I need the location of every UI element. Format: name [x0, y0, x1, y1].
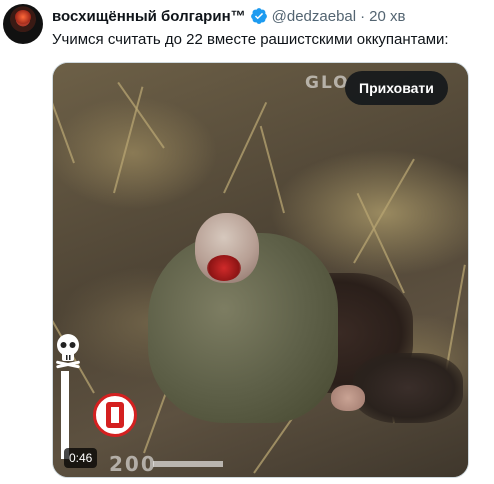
tweet-header: восхищённый болгарин™ @dedzaebal · 20 хв [52, 6, 405, 26]
kill-counter: 200 [109, 452, 157, 476]
video-duration: 0:46 [64, 448, 98, 468]
hide-button[interactable]: Приховати [345, 71, 448, 105]
tweet[interactable]: восхищённый болгарин™ @dedzaebal · 20 хв… [0, 0, 494, 484]
counter-underline [153, 461, 223, 467]
counter-bar [61, 371, 69, 459]
skull-icon [54, 333, 82, 369]
channel-logo-icon [93, 393, 137, 437]
video-player[interactable]: GLO Приховати 200 0:46 [52, 62, 469, 478]
author-name[interactable]: восхищённый болгарин™ [52, 8, 246, 25]
tweet-text: Учимся считать до 22 вместе рашистскими … [52, 31, 449, 48]
tweet-timestamp[interactable]: 20 хв [369, 8, 405, 25]
author-handle[interactable]: @dedzaebal [272, 8, 356, 25]
separator-dot: · [360, 7, 366, 25]
verified-badge-icon [250, 7, 268, 25]
avatar[interactable] [3, 4, 43, 44]
video-watermark: GLO [305, 73, 350, 93]
